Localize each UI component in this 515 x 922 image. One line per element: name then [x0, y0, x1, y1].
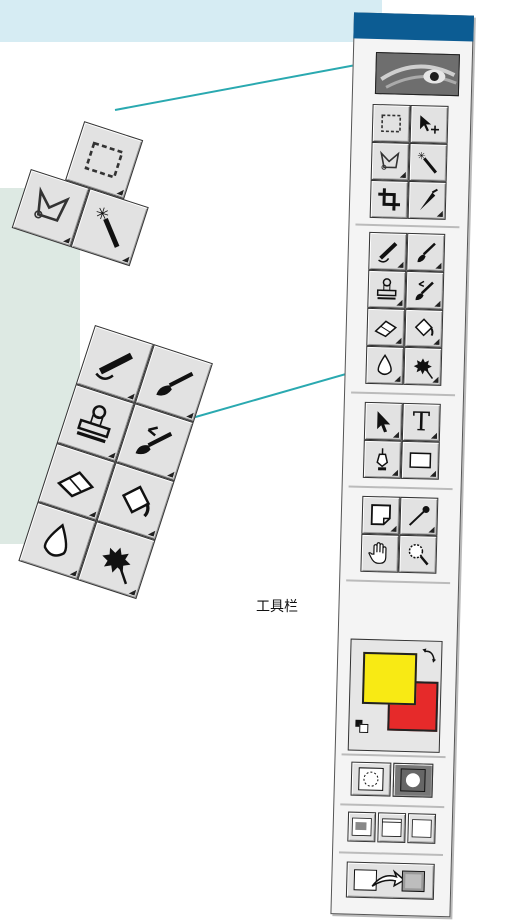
marquee-icon	[381, 114, 402, 133]
zoom-icon	[408, 543, 429, 566]
divider	[355, 223, 460, 229]
toolbox-panel: ✳ T	[330, 12, 474, 918]
marquee-icon	[84, 141, 124, 179]
callout-line-selection	[114, 61, 373, 111]
divider	[348, 485, 453, 491]
type-tool[interactable]: T	[401, 402, 441, 442]
eyedropper-icon	[408, 505, 430, 526]
full-screen-mode-button[interactable]	[407, 813, 437, 844]
quick-mask-mode-button[interactable]	[392, 762, 434, 798]
marquee-tool[interactable]	[371, 103, 411, 143]
divider	[346, 579, 451, 585]
notes-tool[interactable]	[361, 495, 401, 535]
clone-stamp-tool[interactable]	[367, 269, 407, 309]
foreground-color-swatch[interactable]	[361, 651, 418, 706]
drop-icon	[377, 354, 392, 376]
divider	[341, 753, 446, 759]
divider	[351, 391, 456, 397]
full-screen-menu-mode-button[interactable]	[377, 812, 407, 844]
move-icon	[419, 115, 440, 134]
pen-tool[interactable]	[362, 439, 402, 479]
shape-tool[interactable]	[400, 440, 440, 480]
lasso-icon	[380, 150, 400, 170]
hand-icon	[368, 542, 387, 564]
arrow-icon	[377, 411, 391, 433]
bucket-icon	[414, 318, 434, 337]
brush-tool[interactable]	[406, 232, 446, 272]
swap-colors-icon[interactable]	[421, 645, 439, 663]
healing-brush-tool[interactable]	[368, 231, 408, 271]
svg-text:✳: ✳	[417, 151, 426, 162]
paint-bucket-tool[interactable]	[404, 308, 444, 348]
brush-icon	[156, 371, 194, 396]
default-colors-icon[interactable]	[355, 719, 369, 734]
sponge-icon	[102, 547, 131, 585]
full-screen-icon	[411, 819, 432, 838]
standard-mode-button[interactable]	[350, 761, 392, 797]
divider	[340, 803, 445, 809]
lasso-tool[interactable]	[370, 141, 410, 181]
color-swatches	[347, 638, 443, 753]
pen-icon	[376, 448, 389, 471]
sharpen-tool[interactable]	[403, 346, 443, 386]
eraser-tool[interactable]	[366, 307, 406, 347]
move-tool[interactable]	[409, 104, 449, 144]
logo-image[interactable]	[374, 52, 460, 97]
healing-brush-icon	[378, 242, 398, 263]
standard-screen-mode-button[interactable]	[347, 811, 377, 843]
stamp-icon	[376, 278, 397, 300]
quick-mask-icon	[400, 768, 426, 793]
drop-icon	[43, 523, 68, 557]
blur-tool[interactable]	[365, 345, 405, 385]
brush-icon	[417, 242, 436, 263]
toolbar-caption: 工具栏	[256, 599, 298, 615]
history-brush-tool[interactable]	[405, 270, 445, 310]
path-selection-tool[interactable]	[363, 401, 403, 441]
hand-tool[interactable]	[360, 533, 400, 573]
history-brush-icon	[415, 280, 434, 301]
notes-icon	[370, 504, 392, 526]
slice-icon	[419, 188, 438, 211]
eyedropper-tool[interactable]	[399, 496, 439, 536]
type-icon: T	[412, 407, 431, 438]
crop-tool[interactable]	[369, 179, 409, 219]
full-screen-menu-icon	[381, 818, 402, 837]
eraser-icon	[374, 320, 398, 338]
jump-to-icon	[353, 869, 426, 893]
sponge-icon	[413, 358, 434, 380]
healing-brush-icon	[95, 352, 133, 380]
magic-wand-icon: ✳	[417, 151, 438, 174]
eraser-icon	[56, 471, 95, 498]
bucket-icon	[121, 485, 151, 518]
toolbox-title-bar[interactable]	[353, 12, 474, 42]
standard-screen-icon	[351, 817, 372, 837]
rectangle-icon	[409, 452, 432, 469]
zoom-tool[interactable]	[398, 534, 438, 574]
eye-logo-icon	[375, 53, 459, 96]
history-brush-icon	[135, 426, 173, 455]
magic-wand-icon: ✳	[93, 203, 120, 248]
slice-tool[interactable]	[407, 180, 447, 220]
magic-wand-tool[interactable]: ✳	[408, 142, 448, 182]
stamp-icon	[76, 405, 111, 444]
jump-to-imageready-button[interactable]	[345, 861, 435, 900]
lasso-icon	[34, 186, 71, 223]
crop-icon	[378, 188, 401, 211]
divider	[339, 851, 444, 857]
standard-mode-icon	[358, 767, 384, 791]
